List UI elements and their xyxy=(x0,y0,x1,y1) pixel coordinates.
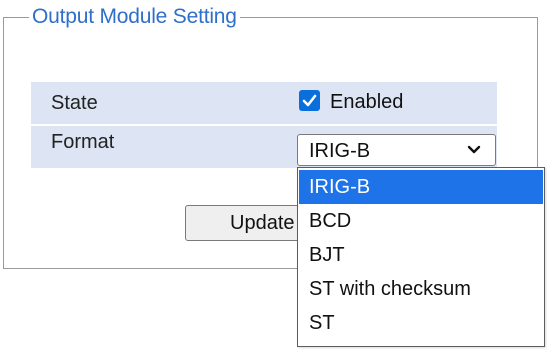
format-label: Format xyxy=(51,131,115,153)
format-dropdown: IRIG-B BCD BJT ST with checksum ST xyxy=(297,167,545,347)
format-option[interactable]: BCD xyxy=(299,204,543,238)
output-module-setting-panel: Output Module Setting State Format Enabl… xyxy=(0,0,548,351)
format-select[interactable]: IRIG-B xyxy=(297,134,496,166)
format-option[interactable]: BJT xyxy=(299,238,543,272)
format-select-value: IRIG-B xyxy=(309,140,371,162)
enabled-checkbox[interactable] xyxy=(299,90,320,111)
state-label: State xyxy=(51,92,98,114)
chevron-down-icon xyxy=(467,145,481,154)
state-row: State xyxy=(31,82,497,124)
format-option[interactable]: IRIG-B xyxy=(299,170,543,204)
panel-legend: Output Module Setting xyxy=(29,4,240,30)
format-option[interactable]: ST xyxy=(299,306,543,340)
update-button-label: Update xyxy=(230,212,295,234)
check-icon xyxy=(302,94,317,107)
format-option[interactable]: ST with checksum xyxy=(299,272,543,306)
enabled-label[interactable]: Enabled xyxy=(330,91,403,114)
